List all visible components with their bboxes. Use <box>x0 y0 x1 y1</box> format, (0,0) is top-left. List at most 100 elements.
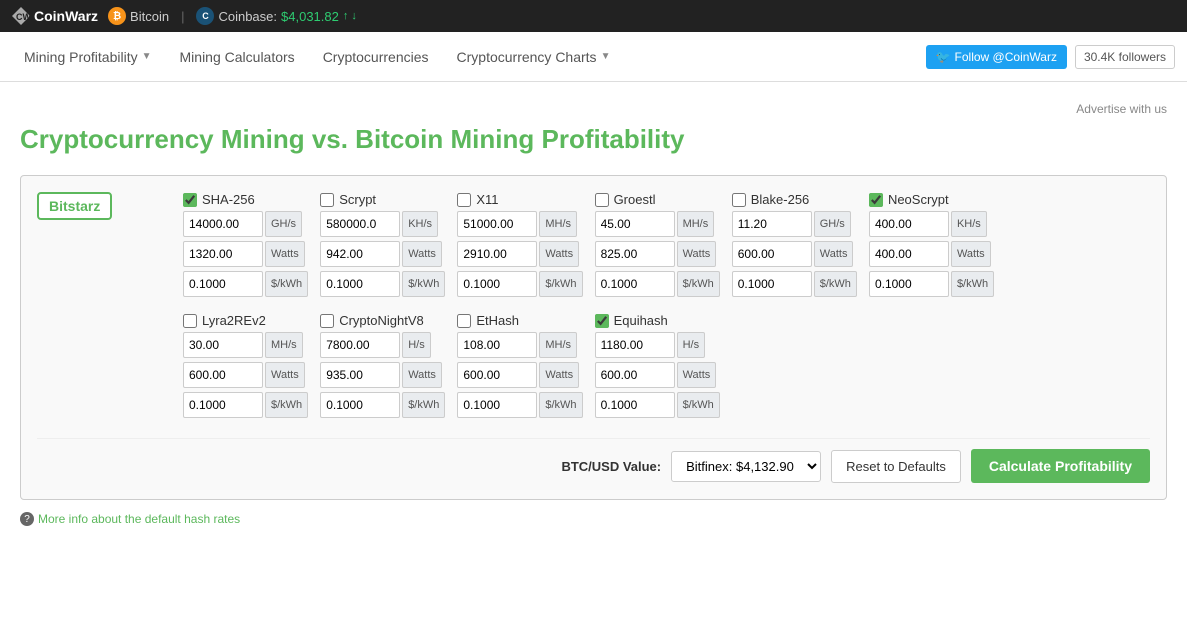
neoscrypt-cost-unit: $/kWh <box>951 271 994 297</box>
groestl-power-input[interactable] <box>595 241 675 267</box>
neoscrypt-power-input[interactable] <box>869 241 949 267</box>
scrypt-cost-input[interactable] <box>320 271 400 297</box>
equihash-label: Equihash <box>614 313 668 328</box>
nav-mining-profitability[interactable]: Mining Profitability ▼ <box>12 35 164 79</box>
sha256-cost-unit: $/kWh <box>265 271 308 297</box>
scrypt-power-unit: Watts <box>402 241 442 267</box>
x11-cost-input[interactable] <box>457 271 537 297</box>
reset-defaults-button[interactable]: Reset to Defaults <box>831 450 961 483</box>
neoscrypt-power-unit: Watts <box>951 241 991 267</box>
blake256-power-input[interactable] <box>732 241 812 267</box>
footer-note[interactable]: ? More info about the default hash rates <box>20 512 1167 526</box>
sha256-hashrate-input[interactable] <box>183 211 263 237</box>
lyra2rev2-hashrate-input[interactable] <box>183 332 263 358</box>
sha256-cost-input[interactable] <box>183 271 263 297</box>
lyra2rev2-power-unit: Watts <box>265 362 305 388</box>
sha256-power-input[interactable] <box>183 241 263 267</box>
groestl-label: Groestl <box>614 192 656 207</box>
scrypt-power-input[interactable] <box>320 241 400 267</box>
equihash-cost-unit: $/kWh <box>677 392 720 418</box>
ethash-cost-input[interactable] <box>457 392 537 418</box>
coinbase-icon: C <box>196 7 214 25</box>
scrypt-checkbox[interactable] <box>320 193 334 207</box>
lyra2rev2-cost-input[interactable] <box>183 392 263 418</box>
blake256-label: Blake-256 <box>751 192 810 207</box>
ethash-hashrate-unit: MH/s <box>539 332 577 358</box>
equihash-checkbox[interactable] <box>595 314 609 328</box>
algo-row-2: Lyra2REv2 MH/s Watts $/kWh <box>183 313 1150 418</box>
btc-usd-label: BTC/USD Value: <box>561 459 661 474</box>
scrypt-hashrate-unit: KH/s <box>402 211 438 237</box>
calculate-profitability-button[interactable]: Calculate Profitability <box>971 449 1150 483</box>
algo-ethash: EtHash MH/s Watts $/kWh <box>457 313 582 418</box>
cryptonightv8-power-unit: Watts <box>402 362 442 388</box>
chevron-down-icon: ▼ <box>142 51 152 62</box>
logo[interactable]: CW CoinWarz <box>12 7 98 25</box>
nav-mining-calculators[interactable]: Mining Calculators <box>168 35 307 79</box>
cryptonightv8-hashrate-input[interactable] <box>320 332 400 358</box>
groestl-cost-input[interactable] <box>595 271 675 297</box>
lyra2rev2-power-input[interactable] <box>183 362 263 388</box>
neoscrypt-cost-input[interactable] <box>869 271 949 297</box>
neoscrypt-checkbox[interactable] <box>869 193 883 207</box>
bottom-bar: BTC/USD Value: Bitfinex: $4,132.90 Reset… <box>37 438 1150 483</box>
groestl-checkbox[interactable] <box>595 193 609 207</box>
blake256-hashrate-input[interactable] <box>732 211 812 237</box>
coinbase-label: Coinbase: <box>218 9 277 24</box>
cryptonightv8-label: CryptoNightV8 <box>339 313 424 328</box>
ethash-checkbox[interactable] <box>457 314 471 328</box>
header-sep1: | <box>181 9 184 24</box>
nav-crypto-charts[interactable]: Cryptocurrency Charts ▼ <box>445 35 623 79</box>
lyra2rev2-label: Lyra2REv2 <box>202 313 266 328</box>
blake256-cost-input[interactable] <box>732 271 812 297</box>
twitter-follow-button[interactable]: 🐦 Follow @CoinWarz <box>926 45 1067 69</box>
ethash-power-unit: Watts <box>539 362 579 388</box>
cryptonightv8-checkbox[interactable] <box>320 314 334 328</box>
equihash-power-input[interactable] <box>595 362 675 388</box>
advertise-link[interactable]: Advertise with us <box>20 102 1167 116</box>
x11-checkbox[interactable] <box>457 193 471 207</box>
x11-cost-unit: $/kWh <box>539 271 582 297</box>
neoscrypt-hashrate-input[interactable] <box>869 211 949 237</box>
cryptonightv8-cost-input[interactable] <box>320 392 400 418</box>
chevron-down-icon-2: ▼ <box>601 51 611 62</box>
sha256-label: SHA-256 <box>202 192 255 207</box>
algo-neoscrypt: NeoScrypt KH/s Watts $/kWh <box>869 192 994 297</box>
equihash-hashrate-unit: H/s <box>677 332 706 358</box>
lyra2rev2-checkbox[interactable] <box>183 314 197 328</box>
btc-value-select[interactable]: Bitfinex: $4,132.90 <box>671 451 821 482</box>
x11-power-input[interactable] <box>457 241 537 267</box>
algo-sha256: SHA-256 GH/s Watts $/kWh <box>183 192 308 297</box>
cryptonightv8-power-input[interactable] <box>320 362 400 388</box>
algo-blake256: Blake-256 GH/s Watts $/kWh <box>732 192 857 297</box>
x11-power-unit: Watts <box>539 241 579 267</box>
bitcoin-icon: ₿ <box>108 7 126 25</box>
coinbase-header-item: C Coinbase: $4,031.82 ↑ ↓ <box>196 7 356 25</box>
nav-left: Mining Profitability ▼ Mining Calculator… <box>12 35 622 79</box>
cryptonightv8-cost-unit: $/kWh <box>402 392 445 418</box>
ethash-cost-unit: $/kWh <box>539 392 582 418</box>
bitstarz-button[interactable]: Bitstarz <box>37 192 112 220</box>
blake256-hashrate-unit: GH/s <box>814 211 851 237</box>
bitcoin-header-item: ₿ Bitcoin <box>108 7 169 25</box>
blake256-checkbox[interactable] <box>732 193 746 207</box>
navigation-bar: Mining Profitability ▼ Mining Calculator… <box>0 32 1187 82</box>
ethash-hashrate-input[interactable] <box>457 332 537 358</box>
sha256-checkbox[interactable] <box>183 193 197 207</box>
ethash-power-input[interactable] <box>457 362 537 388</box>
header-bar: CW CoinWarz ₿ Bitcoin | C Coinbase: $4,0… <box>0 0 1187 32</box>
x11-hashrate-input[interactable] <box>457 211 537 237</box>
x11-hashrate-unit: MH/s <box>539 211 577 237</box>
equihash-cost-input[interactable] <box>595 392 675 418</box>
lyra2rev2-cost-unit: $/kWh <box>265 392 308 418</box>
ethash-label: EtHash <box>476 313 519 328</box>
scrypt-cost-unit: $/kWh <box>402 271 445 297</box>
equihash-hashrate-input[interactable] <box>595 332 675 358</box>
blake256-power-unit: Watts <box>814 241 854 267</box>
blake256-cost-unit: $/kWh <box>814 271 857 297</box>
groestl-hashrate-input[interactable] <box>595 211 675 237</box>
scrypt-hashrate-input[interactable] <box>320 211 400 237</box>
algo-groestl: Groestl MH/s Watts $/kWh <box>595 192 720 297</box>
nav-cryptocurrencies[interactable]: Cryptocurrencies <box>311 35 441 79</box>
main-content: Advertise with us Cryptocurrency Mining … <box>0 82 1187 546</box>
